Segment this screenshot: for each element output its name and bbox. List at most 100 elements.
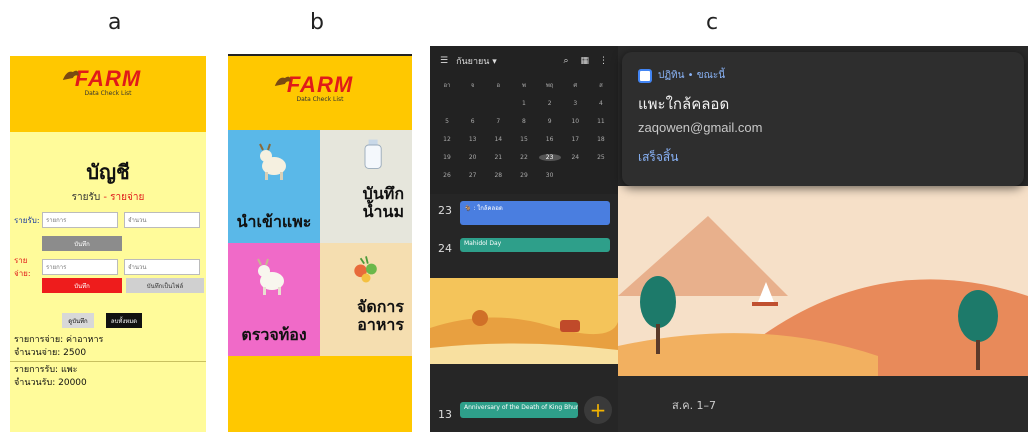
event-goat-near-birth[interactable]: 🐐 : ใกล้คลอด (460, 201, 610, 225)
calendar-day[interactable]: 28 (487, 172, 509, 179)
event-anniversary[interactable]: Anniversary of the Death of King Bhumibo… (460, 402, 578, 418)
tile-milk-record-line1: บันทึก (362, 184, 404, 203)
calendar-day[interactable]: 27 (462, 172, 484, 179)
calendar-week-row: 1234 (436, 94, 612, 112)
weekday-letter: พฤ (545, 82, 554, 89)
day-23: 23 (438, 204, 452, 217)
calendar-notification-screen: ☰ กันยายน ▾ ⌕ ▦ ⋮ อาจอพพฤศส 1 2 3 4 5 6 7 8 9 10 1… (430, 46, 1028, 432)
calendar-day[interactable]: 16 (539, 136, 561, 143)
delete-all-button[interactable]: ลบทั้งหมด (106, 313, 142, 328)
calendar-day[interactable]: 15 (513, 136, 535, 143)
calendar-day[interactable]: 13 (462, 136, 484, 143)
more-icon[interactable]: ⋮ (599, 56, 608, 66)
weekday-letter: อ (496, 82, 501, 89)
save-income-button[interactable]: บันทึก (42, 236, 122, 251)
expense-row: รายจ่าย: (14, 254, 200, 280)
weekday-letter: อา (443, 82, 451, 89)
menu-icon[interactable]: ☰ (440, 56, 448, 66)
calendar-day[interactable]: 4 (590, 100, 612, 107)
expense-amount-input[interactable] (124, 259, 200, 275)
calendar-day[interactable]: 5 (436, 118, 458, 125)
weekday-header: อา จ อ พ พฤ ศ ส (436, 76, 612, 94)
notification-app-name: ปฏิทิน • ขณะนี้ (658, 70, 726, 81)
vegetables-icon (354, 256, 377, 283)
today-icon[interactable]: ▦ (580, 56, 589, 66)
app-header: FARM Data Check List (10, 56, 206, 132)
calendar-day[interactable]: 14 (487, 136, 509, 143)
calendar-week-row: 12 13 14 15 16 17 18 (436, 130, 612, 148)
tile-import-goat-label: นำเข้าแพะ (236, 212, 312, 231)
weekday-letter: ส (599, 82, 603, 89)
calendar-day[interactable]: 24 (564, 154, 586, 161)
income-amount-input[interactable] (124, 212, 200, 228)
goat-logo-icon (274, 76, 291, 86)
calendar-day[interactable]: 7 (487, 118, 509, 125)
calendar-day[interactable]: 8 (513, 118, 535, 125)
calendar-day[interactable]: 10 (564, 118, 586, 125)
calendar-day[interactable]: 1 (513, 100, 535, 107)
subtitle-income: รายรับ (71, 192, 101, 203)
calendar-day[interactable]: 30 (539, 172, 561, 179)
calendar-top-bar: ☰ กันยายน ▾ ⌕ ▦ ⋮ (430, 46, 618, 76)
logo-subtitle: Data Check List (84, 90, 132, 97)
logo-subtitle: Data Check List (296, 96, 344, 103)
page-title: บัญชี (86, 160, 130, 184)
tile-import-goat[interactable]: นำเข้าแพะ (228, 130, 320, 243)
expense-label: รายจ่าย: (14, 256, 31, 278)
event-mahidol-day[interactable]: Mahidol Day (460, 238, 610, 252)
panel-label-b: b (310, 10, 324, 35)
tile-milk-record[interactable]: บันทึก น้ำนม (320, 130, 412, 243)
mini-calendar: อาจอพพฤศส 1 2 3 4 5 6 7 8 9 10 11 12 13 14 15 16 17 18 19 2… (436, 76, 612, 184)
calendar-notification[interactable]: ปฏิทิน • ขณะนี้ แพะใกล้คลอด zaqowen@gmai… (622, 52, 1024, 186)
calendar-day[interactable]: 23 (538, 153, 561, 161)
notification-title: แพะใกล้คลอด (638, 95, 730, 113)
calendar-day[interactable]: 17 (564, 136, 586, 143)
calendar-day[interactable]: 22 (513, 154, 535, 161)
notification-app-row: ปฏิทิน • ขณะนี้ (638, 68, 725, 83)
save-file-button[interactable]: บันทึกเป็นไฟล์ (126, 278, 204, 293)
panel-label-a: a (108, 10, 122, 35)
weekday-letter: ศ (573, 82, 578, 89)
calendar-day[interactable]: 18 (590, 136, 612, 143)
tile-pregnancy-check-label: ตรวจท้อง (241, 325, 307, 344)
calendar-day[interactable]: 26 (436, 172, 458, 179)
logo-text: FARM (286, 72, 354, 97)
view-records-button[interactable]: ดูบันทึก (62, 313, 94, 328)
add-event-button[interactable]: + (584, 396, 612, 424)
calendar-day[interactable]: 21 (487, 154, 509, 161)
tile-food-management-line1: จัดการ (356, 297, 404, 316)
tile-pregnancy-check[interactable]: ตรวจท้อง (228, 243, 320, 356)
calendar-day[interactable]: 29 (513, 172, 535, 179)
expense-summary: รายการจ่าย: ค่าอาหาร จำนวนจ่าย: 2500 (14, 334, 103, 360)
calendar-day[interactable]: 25 (590, 154, 612, 161)
calendar-day[interactable]: 12 (436, 136, 458, 143)
month-selector[interactable]: กันยายน ▾ (456, 54, 497, 68)
autumn-illustration (430, 278, 618, 364)
calendar-day[interactable]: 20 (462, 154, 484, 161)
day-24: 24 (438, 242, 452, 255)
subtitle-separator: - (100, 192, 111, 203)
calendar-day[interactable]: 19 (436, 154, 458, 161)
calendar-day[interactable]: 2 (539, 100, 561, 107)
expense-amount-text: จำนวนจ่าย: 2500 (14, 348, 87, 358)
goat-icon (259, 143, 286, 180)
calendar-day[interactable]: 6 (462, 118, 484, 125)
search-icon[interactable]: ⌕ (563, 56, 568, 66)
calendar-day[interactable]: 9 (539, 118, 561, 125)
panel-label-c: c (706, 10, 719, 35)
income-summary: รายการรับ: แพะ จำนวนรับ: 20000 (14, 364, 87, 390)
expense-item-input[interactable] (42, 259, 118, 275)
income-amount-text: จำนวนรับ: 20000 (14, 378, 87, 388)
calendar-sidebar: ☰ กันยายน ▾ ⌕ ▦ ⋮ อาจอพพฤศส 1 2 3 4 5 6 7 8 9 10 1… (430, 46, 618, 432)
calendar-day[interactable]: 11 (590, 118, 612, 125)
calendar-icon (638, 68, 652, 83)
income-label: รายรับ: (14, 215, 40, 225)
accounting-screen: FARM Data Check List บัญชี รายรับ - รายจ… (10, 56, 206, 432)
income-row: รายรับ: (14, 212, 200, 228)
goat-icon (257, 258, 284, 295)
income-item-input[interactable] (42, 212, 118, 228)
tile-food-management[interactable]: จัดการ อาหาร (320, 243, 412, 356)
calendar-day[interactable]: 3 (564, 100, 586, 107)
save-expense-button[interactable]: บันทึก (42, 278, 122, 293)
notification-done-button[interactable]: เสร็จสิ้น (638, 148, 678, 167)
